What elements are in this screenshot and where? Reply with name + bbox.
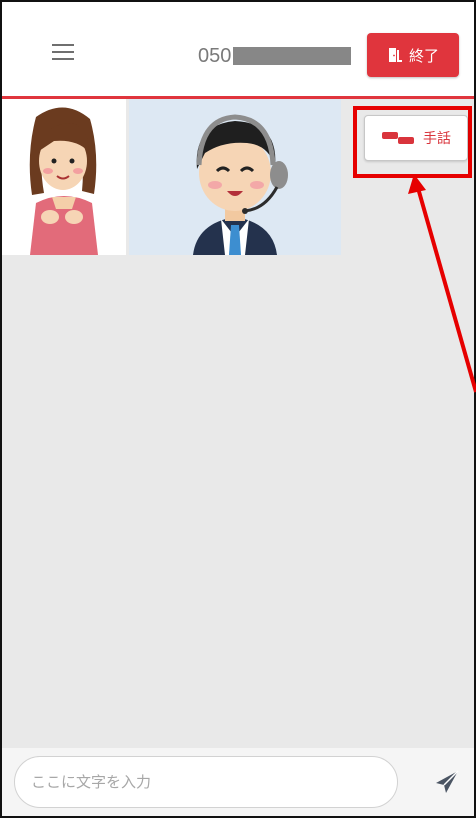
self-video — [2, 99, 126, 255]
self-video-illustration — [2, 99, 126, 255]
phone-number: 050 — [198, 44, 352, 68]
sign-language-button[interactable]: 手話 — [364, 115, 468, 161]
door-exit-icon — [388, 48, 402, 62]
phone-number-redaction — [233, 47, 352, 65]
paper-plane-icon — [436, 770, 459, 793]
phone-number-prefix: 050 — [198, 44, 232, 67]
sign-language-label: 手話 — [423, 130, 451, 146]
end-call-label: 終了 — [408, 46, 439, 65]
call-header: 050 終了 — [2, 2, 474, 99]
sign-language-hands-icon — [382, 132, 414, 144]
send-button[interactable] — [434, 768, 466, 796]
end-call-button[interactable]: 終了 — [367, 33, 459, 77]
operator-video-illustration — [129, 99, 341, 255]
message-input-bar — [2, 748, 474, 816]
app-frame: 050 終了 手話 ここに文字を入力 — [0, 0, 476, 818]
operator-video — [129, 99, 341, 255]
message-input[interactable] — [14, 756, 398, 808]
hamburger-menu-icon[interactable] — [52, 44, 74, 60]
